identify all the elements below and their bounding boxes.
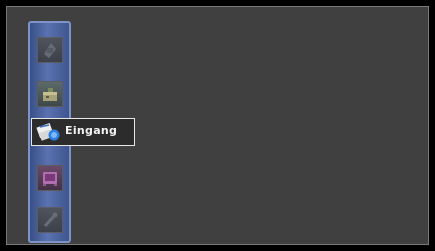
menu-item-camera[interactable] <box>37 37 63 63</box>
menu-item-toolbox[interactable] <box>37 81 63 107</box>
menu-item-inbox[interactable]: Eingang <box>31 118 135 146</box>
media-player-icon <box>43 172 57 186</box>
menu-item-wrench[interactable] <box>37 207 63 233</box>
inbox-icon <box>36 122 60 141</box>
main-screen: Eingang <box>6 6 429 245</box>
toolbox-icon <box>43 88 57 101</box>
camera-icon <box>44 43 56 58</box>
wrench-icon <box>43 212 58 228</box>
menu-item-media-player[interactable] <box>37 165 63 191</box>
menu-item-label: Eingang <box>65 124 118 137</box>
